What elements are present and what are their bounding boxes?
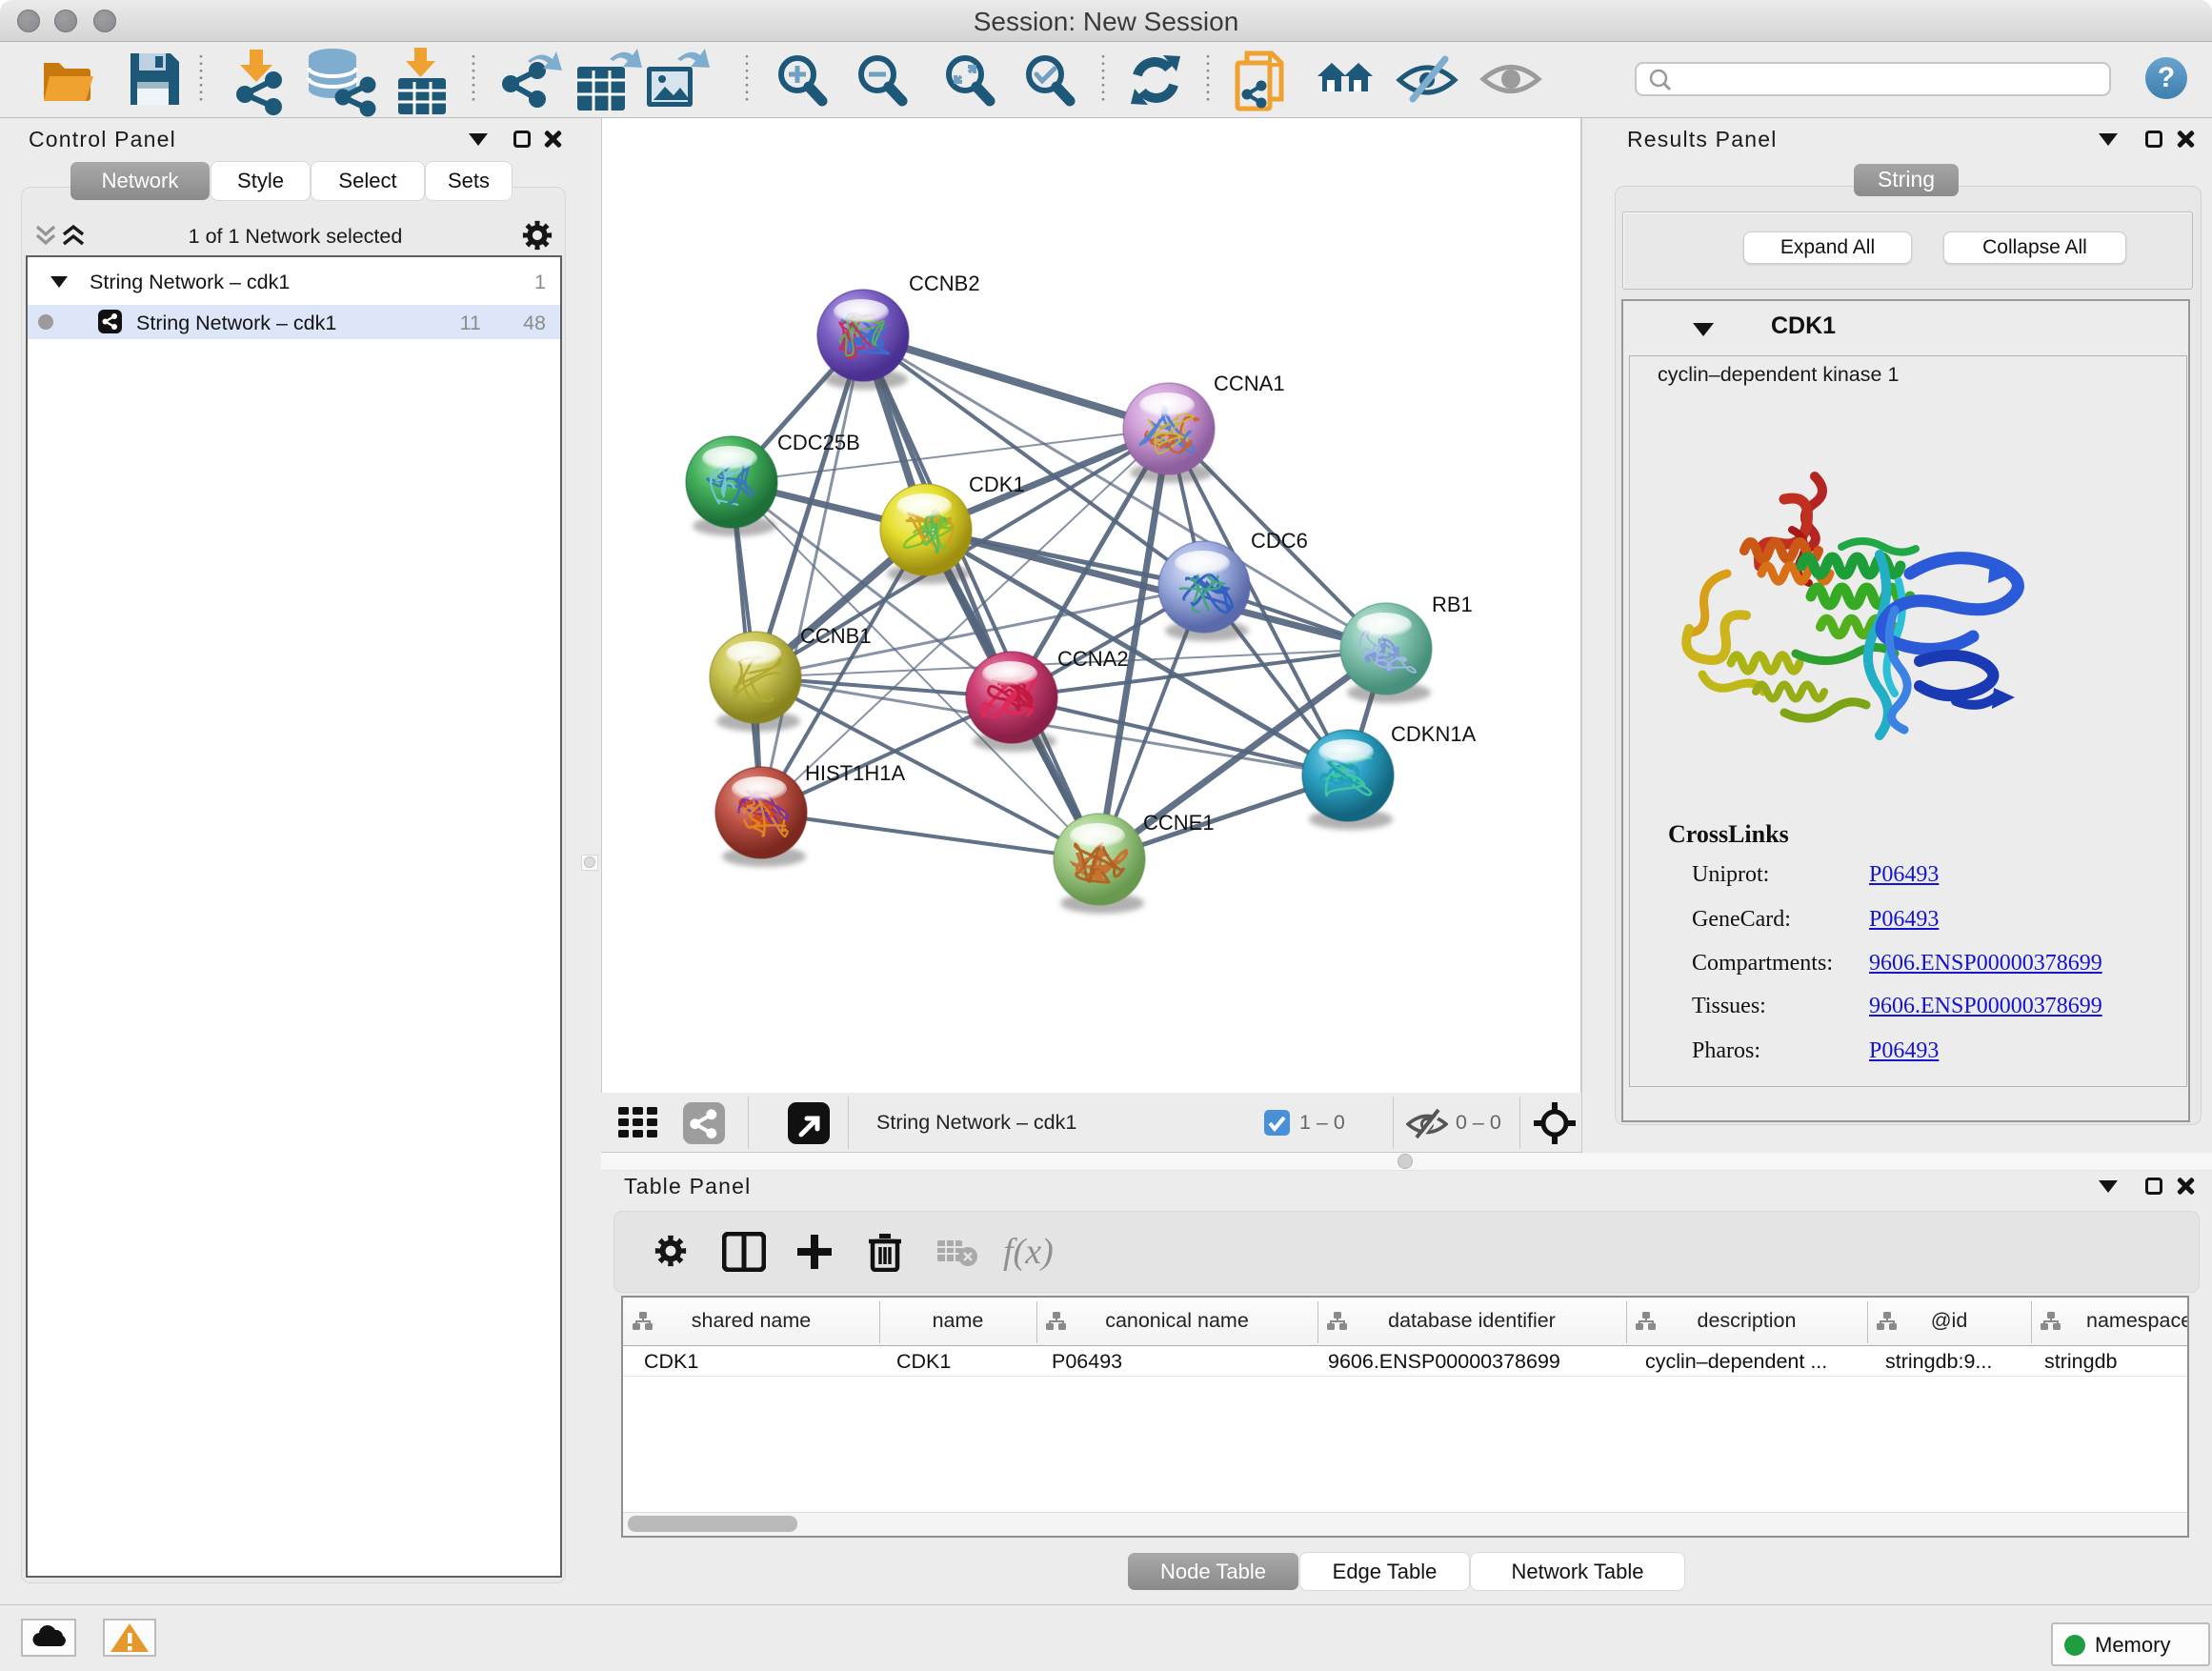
svg-text:RB1: RB1 [1432, 593, 1473, 616]
svg-text:CCNA1: CCNA1 [1214, 372, 1285, 395]
svg-text:CCNB2: CCNB2 [909, 272, 980, 295]
svg-text:CCNE1: CCNE1 [1143, 811, 1215, 835]
svg-text:CDK1: CDK1 [969, 473, 1025, 496]
svg-text:HIST1H1A: HIST1H1A [805, 761, 905, 785]
svg-text:CDKN1A: CDKN1A [1391, 722, 1477, 746]
svg-text:CDC25B: CDC25B [777, 431, 860, 454]
svg-text:CCNA2: CCNA2 [1057, 647, 1129, 671]
svg-text:CCNB1: CCNB1 [800, 624, 872, 648]
svg-text:CDC6: CDC6 [1251, 529, 1308, 553]
